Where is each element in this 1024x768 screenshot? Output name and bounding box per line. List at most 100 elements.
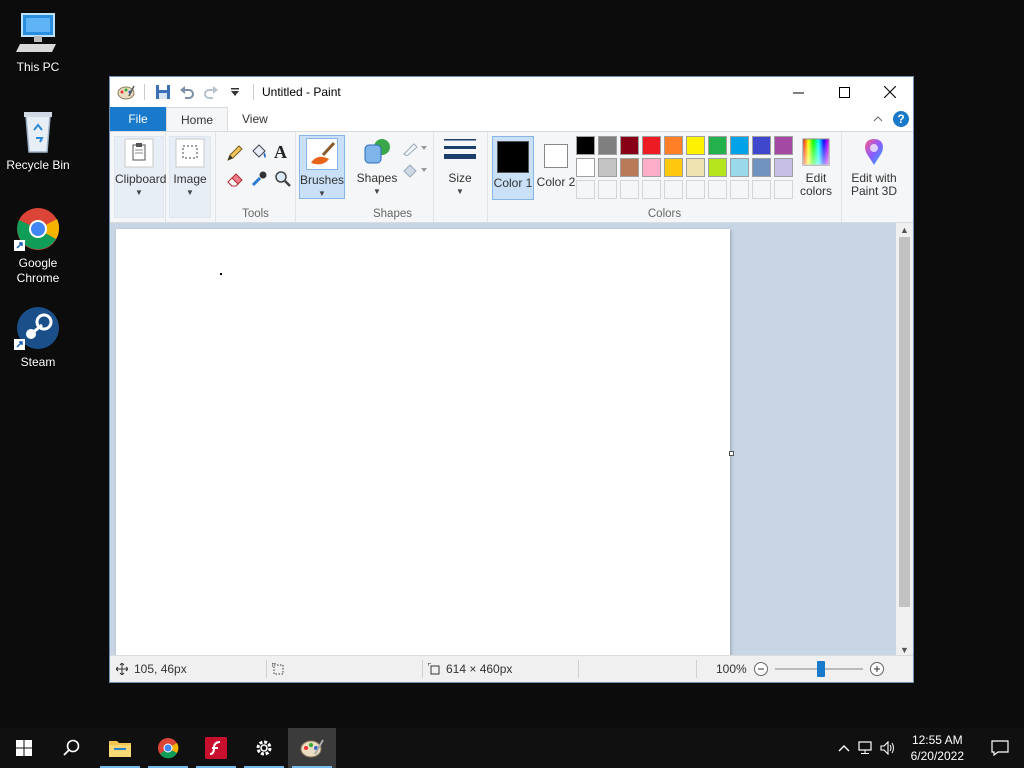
image-button[interactable]: Image ▼ bbox=[169, 136, 211, 218]
color-swatch[interactable] bbox=[752, 136, 771, 155]
collapse-ribbon-icon[interactable] bbox=[873, 114, 883, 124]
color-swatch[interactable] bbox=[774, 158, 793, 177]
custom-color-slot[interactable] bbox=[774, 180, 793, 199]
color-swatch[interactable] bbox=[598, 158, 617, 177]
desktop-icon-recycle-bin[interactable]: Recycle Bin bbox=[4, 108, 72, 173]
network-button[interactable] bbox=[855, 741, 877, 755]
pencil-icon[interactable] bbox=[226, 144, 244, 165]
color-swatch[interactable] bbox=[576, 158, 595, 177]
taskbar-settings[interactable] bbox=[240, 728, 288, 768]
text-tool-icon[interactable]: A bbox=[274, 142, 287, 163]
color-swatch[interactable] bbox=[598, 136, 617, 155]
close-button[interactable] bbox=[867, 77, 913, 107]
custom-color-slot[interactable] bbox=[664, 180, 683, 199]
scroll-up-icon[interactable]: ▲ bbox=[896, 223, 913, 237]
chevron-up-icon bbox=[838, 745, 850, 752]
size-button[interactable]: Size ▼ bbox=[438, 136, 482, 198]
color-swatch[interactable] bbox=[620, 136, 639, 155]
color-swatch[interactable] bbox=[774, 136, 793, 155]
shapes-group-label: Shapes bbox=[372, 208, 412, 220]
drawing-canvas[interactable] bbox=[116, 229, 730, 657]
desktop-icon-this-pc[interactable]: This PC bbox=[4, 10, 72, 75]
brushes-button[interactable]: Brushes ▼ bbox=[299, 135, 345, 199]
scrollbar-thumb[interactable] bbox=[899, 237, 910, 607]
color-swatch[interactable] bbox=[576, 136, 595, 155]
taskbar-paint[interactable] bbox=[288, 728, 336, 768]
taskbar: 12:55 AM 6/20/2022 bbox=[0, 728, 1024, 768]
customize-toolbar-icon[interactable] bbox=[225, 82, 245, 102]
zoom-slider[interactable] bbox=[774, 661, 863, 677]
maximize-button[interactable] bbox=[821, 77, 867, 107]
clipboard-group: Clipboard ▼ bbox=[110, 132, 166, 222]
taskbar-chrome[interactable] bbox=[144, 728, 192, 768]
outline-icon[interactable] bbox=[402, 140, 428, 159]
color-swatch[interactable] bbox=[708, 158, 727, 177]
tab-home[interactable]: Home bbox=[166, 107, 229, 131]
color2-button[interactable]: Color 2 bbox=[536, 136, 576, 200]
color-swatch[interactable] bbox=[642, 136, 661, 155]
volume-button[interactable] bbox=[877, 741, 899, 755]
edit-colors-button[interactable]: Edit colors bbox=[796, 136, 836, 200]
desktop-icon-steam[interactable]: Steam bbox=[4, 305, 72, 370]
custom-color-slot[interactable] bbox=[620, 180, 639, 199]
zoom-slider-thumb[interactable] bbox=[816, 661, 825, 677]
color-picker-icon[interactable] bbox=[250, 170, 268, 191]
zoom-out-icon[interactable] bbox=[753, 661, 769, 677]
paint-app-icon[interactable] bbox=[116, 82, 136, 102]
magnifier-icon[interactable] bbox=[274, 170, 292, 191]
color-swatch[interactable] bbox=[730, 158, 749, 177]
notifications-button[interactable] bbox=[976, 740, 1024, 756]
taskbar-flash[interactable] bbox=[192, 728, 240, 768]
chevron-down-icon: ▼ bbox=[186, 188, 194, 197]
zoom-level: 100% bbox=[716, 662, 747, 676]
tools-group-label: Tools bbox=[242, 208, 269, 220]
shapes-group: Shapes ▼ Shapes bbox=[352, 132, 434, 222]
color-swatch[interactable] bbox=[730, 136, 749, 155]
tab-file[interactable]: File bbox=[110, 107, 166, 131]
custom-color-slot[interactable] bbox=[752, 180, 771, 199]
color-swatch[interactable] bbox=[686, 136, 705, 155]
color-swatch[interactable] bbox=[664, 158, 683, 177]
color1-button[interactable]: Color 1 bbox=[492, 136, 534, 200]
resize-handle-right[interactable] bbox=[729, 451, 734, 456]
clock[interactable]: 12:55 AM 6/20/2022 bbox=[899, 732, 976, 764]
custom-color-slot[interactable] bbox=[730, 180, 749, 199]
color-swatch[interactable] bbox=[620, 158, 639, 177]
search-button[interactable] bbox=[48, 728, 96, 768]
custom-color-slot[interactable] bbox=[686, 180, 705, 199]
fill-bucket-icon[interactable] bbox=[250, 143, 268, 164]
title-bar[interactable]: Untitled - Paint bbox=[110, 77, 913, 107]
clipboard-button[interactable]: Clipboard ▼ bbox=[114, 136, 166, 218]
custom-color-slot[interactable] bbox=[598, 180, 617, 199]
ribbon: Clipboard ▼ Image ▼ A Tools Brushes ▼ Sh… bbox=[110, 131, 913, 223]
tab-view[interactable]: View bbox=[228, 107, 282, 131]
color-swatch[interactable] bbox=[664, 136, 683, 155]
tools-group: A Tools bbox=[216, 132, 296, 222]
show-hidden-icons-button[interactable] bbox=[833, 744, 855, 752]
zoom-in-icon[interactable] bbox=[869, 661, 885, 677]
custom-color-slot[interactable] bbox=[576, 180, 595, 199]
eraser-icon[interactable] bbox=[226, 170, 244, 191]
save-icon[interactable] bbox=[153, 82, 173, 102]
redo-icon[interactable] bbox=[201, 82, 221, 102]
edit-with-paint3d-button[interactable]: Edit with Paint 3D bbox=[846, 136, 902, 200]
color-swatch[interactable] bbox=[642, 158, 661, 177]
canvas-workspace[interactable] bbox=[110, 223, 913, 657]
canvas-size-icon bbox=[428, 663, 440, 675]
fill-icon[interactable] bbox=[402, 162, 428, 181]
start-button[interactable] bbox=[0, 728, 48, 768]
custom-color-slot[interactable] bbox=[708, 180, 727, 199]
color-swatch[interactable] bbox=[752, 158, 771, 177]
custom-color-slot[interactable] bbox=[642, 180, 661, 199]
computer-icon bbox=[14, 10, 62, 56]
help-button[interactable]: ? bbox=[893, 111, 909, 127]
color-swatch[interactable] bbox=[708, 136, 727, 155]
color-swatch[interactable] bbox=[686, 158, 705, 177]
vertical-scrollbar[interactable]: ▲ ▼ bbox=[896, 223, 913, 657]
shapes-button[interactable]: Shapes ▼ bbox=[356, 136, 398, 198]
desktop-icon-google-chrome[interactable]: Google Chrome bbox=[4, 206, 72, 286]
undo-icon[interactable] bbox=[177, 82, 197, 102]
taskbar-file-explorer[interactable] bbox=[96, 728, 144, 768]
minimize-button[interactable] bbox=[775, 77, 821, 107]
divider bbox=[144, 84, 145, 100]
